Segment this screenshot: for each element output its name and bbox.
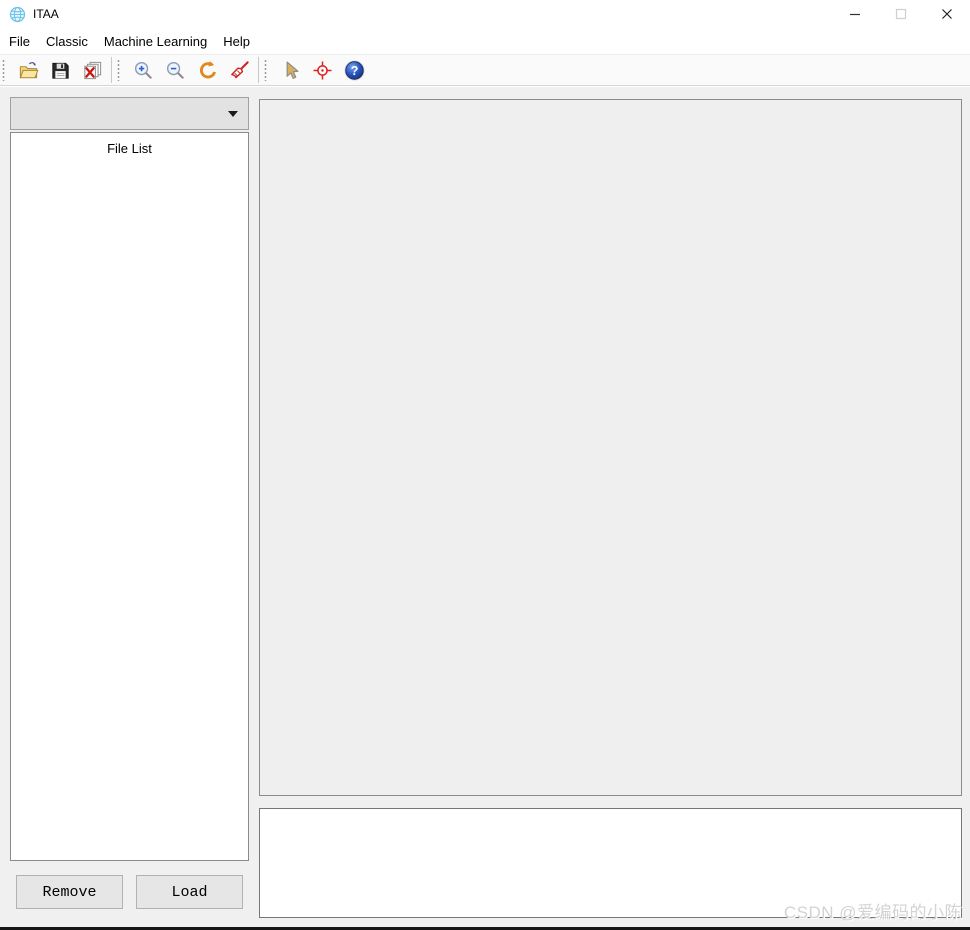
- toolbar-group-file: [0, 55, 108, 85]
- help-button[interactable]: ?: [340, 56, 368, 84]
- menu-help[interactable]: Help: [215, 30, 258, 53]
- toolbar-group-tools: ?: [262, 55, 370, 85]
- crosshair-tool-button[interactable]: [308, 56, 336, 84]
- toolbar-group-view: [115, 55, 255, 85]
- clear-brush-icon: [230, 60, 249, 78]
- remove-button[interactable]: Remove: [16, 875, 123, 909]
- svg-text:?: ?: [350, 63, 358, 77]
- file-list-panel[interactable]: File List: [10, 132, 249, 861]
- menu-machine-learning[interactable]: Machine Learning: [96, 30, 215, 53]
- window-title: ITAA: [33, 7, 59, 21]
- crosshair-tool-icon: [312, 60, 332, 80]
- globe-icon: [9, 6, 26, 23]
- file-list-title: File List: [107, 141, 152, 156]
- toolbar-grip[interactable]: [264, 59, 267, 81]
- menu-classic[interactable]: Classic: [38, 30, 96, 53]
- maximize-icon: [895, 8, 907, 20]
- zoom-out-icon: [166, 61, 184, 79]
- pointer-tool-button[interactable]: [276, 56, 304, 84]
- app-window: ITAA File Classic Machine Learning Help: [0, 0, 970, 930]
- toolbar: ?: [0, 54, 970, 86]
- reset-view-icon: [199, 60, 216, 78]
- open-file-button[interactable]: [14, 56, 42, 84]
- maximize-button[interactable]: [878, 0, 924, 28]
- clear-brush-button[interactable]: [225, 56, 253, 84]
- save-icon: [51, 62, 69, 79]
- menu-file[interactable]: File: [1, 30, 38, 53]
- zoom-in-icon: [134, 61, 152, 79]
- minimize-icon: [850, 13, 860, 16]
- open-file-icon: [19, 61, 38, 78]
- close-images-button[interactable]: [78, 56, 106, 84]
- chevron-down-icon: [228, 110, 238, 117]
- save-button[interactable]: [46, 56, 74, 84]
- load-button[interactable]: Load: [136, 875, 243, 909]
- close-icon: [942, 9, 952, 19]
- window-controls: [832, 0, 970, 28]
- menu-bar: File Classic Machine Learning Help: [0, 28, 970, 54]
- client-area: File List Remove Load CSDN @爱编码的小陈: [0, 87, 970, 930]
- watermark-text: CSDN @爱编码的小陈: [783, 903, 962, 922]
- toolbar-grip[interactable]: [117, 59, 120, 81]
- toolbar-grip[interactable]: [2, 59, 5, 81]
- dataset-combobox[interactable]: [10, 97, 249, 130]
- pointer-tool-icon: [286, 60, 299, 79]
- close-images-icon: [83, 61, 101, 79]
- toolbar-separator: [111, 57, 112, 83]
- help-icon: ?: [343, 59, 365, 81]
- title-bar: ITAA: [0, 0, 970, 28]
- toolbar-separator: [258, 57, 259, 83]
- image-display-panel[interactable]: [259, 99, 962, 796]
- zoom-in-button[interactable]: [129, 56, 157, 84]
- close-button[interactable]: [924, 0, 970, 28]
- minimize-button[interactable]: [832, 0, 878, 28]
- reset-view-button[interactable]: [193, 56, 221, 84]
- zoom-out-button[interactable]: [161, 56, 189, 84]
